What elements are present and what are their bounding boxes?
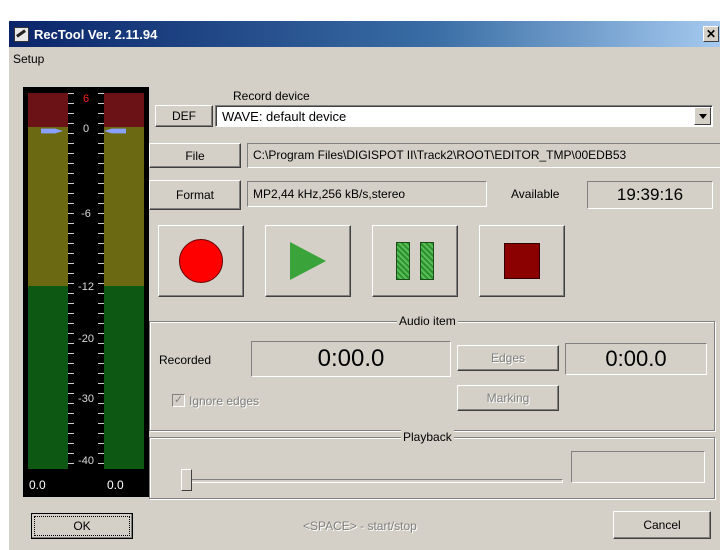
recorded-label: Recorded — [159, 353, 212, 367]
chevron-down-icon — [698, 113, 707, 119]
ignore-edges-checkbox[interactable]: ✓ — [172, 394, 185, 407]
edges-button[interactable]: Edges — [457, 345, 559, 371]
record-device-label: Record device — [233, 89, 310, 103]
vu-left-bar — [28, 93, 68, 469]
available-label: Available — [511, 187, 560, 201]
vu-tick-minus30: -30 — [78, 393, 94, 405]
pause-button[interactable] — [372, 225, 458, 297]
playback-time-field — [571, 451, 705, 483]
ignore-edges-label: Ignore edges — [189, 394, 260, 408]
vu-tick-0: 0 — [82, 123, 90, 135]
vu-tick-minus20: -20 — [78, 333, 94, 345]
record-device-value: WAVE: default device — [222, 109, 347, 124]
window-title: RecTool Ver. 2.11.94 — [34, 26, 158, 42]
cancel-button[interactable]: Cancel — [613, 511, 711, 539]
audio-item-title: Audio item — [397, 314, 458, 328]
rectool-window: RecTool Ver. 2.11.94 ✕ Setup 6 0 -6 -12 … — [8, 20, 720, 550]
dropdown-button[interactable] — [694, 107, 711, 125]
play-icon — [290, 242, 326, 280]
marking-button[interactable]: Marking — [457, 385, 559, 411]
menu-setup[interactable]: Setup — [13, 52, 44, 66]
ok-button[interactable]: OK — [31, 513, 133, 539]
playback-slider-thumb[interactable] — [181, 469, 192, 491]
file-button[interactable]: File — [149, 143, 241, 168]
close-button[interactable]: ✕ — [703, 26, 719, 42]
format-field: MP2,44 kHz,256 kB/s,stereo — [247, 181, 487, 207]
vu-tick-minus40: -40 — [78, 455, 94, 467]
def-button[interactable]: DEF — [155, 105, 213, 127]
recorded-time: 0:00.0 — [251, 341, 451, 377]
vu-tick-minus12: -12 — [78, 281, 94, 293]
format-button[interactable]: Format — [149, 180, 241, 210]
file-path-field: C:\Program Files\DIGISPOT II\Track2\ROOT… — [247, 143, 720, 168]
title-bar[interactable]: RecTool Ver. 2.11.94 ✕ — [9, 21, 720, 47]
menu-bar: Setup — [9, 49, 720, 69]
record-icon — [179, 239, 223, 283]
vu-scale: 6 0 -6 -12 -20 -30 -40 — [68, 93, 104, 469]
record-button[interactable] — [158, 225, 244, 297]
edges-time: 0:00.0 — [565, 343, 707, 375]
pause-icon — [396, 242, 434, 280]
play-button[interactable] — [265, 225, 351, 297]
playback-title: Playback — [401, 430, 454, 444]
available-time: 19:39:16 — [587, 181, 713, 209]
vu-meter: 6 0 -6 -12 -20 -30 -40 0.0 0.0 — [23, 87, 149, 497]
vu-tick-6: 6 — [82, 93, 90, 105]
vu-right-value: 0.0 — [107, 478, 124, 492]
stop-icon — [504, 243, 540, 279]
space-hint: <SPACE> - start/stop — [303, 519, 417, 533]
stop-button[interactable] — [479, 225, 565, 297]
vu-right-bar — [104, 93, 144, 469]
vu-left-value: 0.0 — [29, 478, 46, 492]
app-icon — [13, 26, 29, 42]
playback-slider-track[interactable] — [185, 479, 563, 483]
record-device-select[interactable]: WAVE: default device — [215, 105, 713, 127]
vu-tick-minus6: -6 — [81, 208, 91, 220]
